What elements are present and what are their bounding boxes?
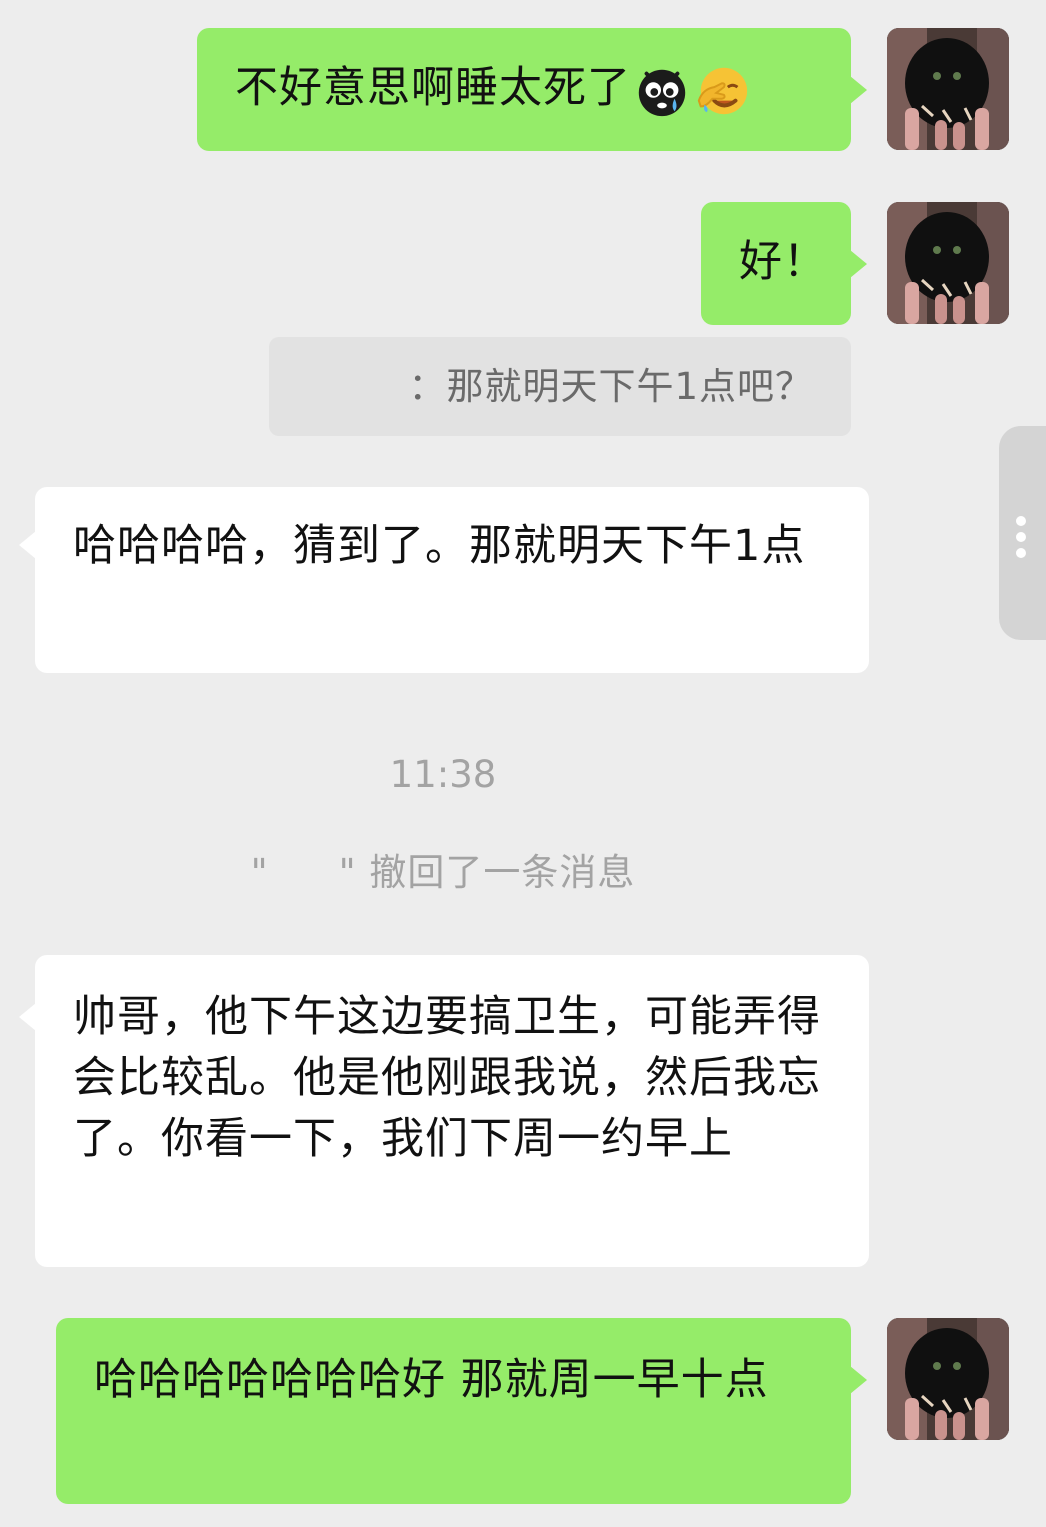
sent-message-bubble[interactable]: 哈哈哈哈哈哈哈好 那就周一早十点 (56, 1318, 867, 1504)
message-text: 不好意思啊睡太死了 (235, 63, 631, 113)
user-avatar[interactable] (887, 202, 1009, 324)
side-panel-handle[interactable] (999, 426, 1046, 640)
facepalm-emoji (693, 62, 751, 120)
sent-message-bubble[interactable]: 不好意思啊睡太死了 (197, 28, 867, 151)
recall-quote-close: " (338, 851, 357, 894)
quoted-text: ：那就明天下午1点吧？ (408, 365, 813, 408)
recall-quote-open: " (250, 851, 269, 894)
received-message-bubble[interactable]: 哈哈哈哈，猜到了。那就明天下午1点 (19, 487, 869, 673)
recall-notice: " " 撤回了一条消息 (0, 848, 886, 898)
recall-text: 撤回了一条消息 (369, 851, 636, 894)
more-dot-icon (1016, 548, 1026, 558)
message-text: 帅哥，他下午这边要搞卫生，可能弄得会比较乱。他是他刚跟我说，然后我忘了。你看一下… (73, 992, 821, 1164)
user-avatar[interactable] (887, 28, 1009, 150)
message-text: 哈哈哈哈，猜到了。那就明天下午1点 (73, 521, 806, 571)
message-text: 好！ (739, 237, 827, 287)
user-avatar[interactable] (887, 1318, 1009, 1440)
crying-face-emoji (633, 62, 691, 120)
quoted-message[interactable]: ：那就明天下午1点吧？ (269, 337, 851, 436)
more-dot-icon (1016, 532, 1026, 542)
message-timestamp: 11:38 (389, 753, 497, 796)
message-text: 哈哈哈哈哈哈哈好 那就周一早十点 (94, 1355, 769, 1405)
received-message-bubble[interactable]: 帅哥，他下午这边要搞卫生，可能弄得会比较乱。他是他刚跟我说，然后我忘了。你看一下… (19, 955, 869, 1267)
sent-message-bubble[interactable]: 好！ (701, 202, 867, 325)
more-dot-icon (1016, 516, 1026, 526)
